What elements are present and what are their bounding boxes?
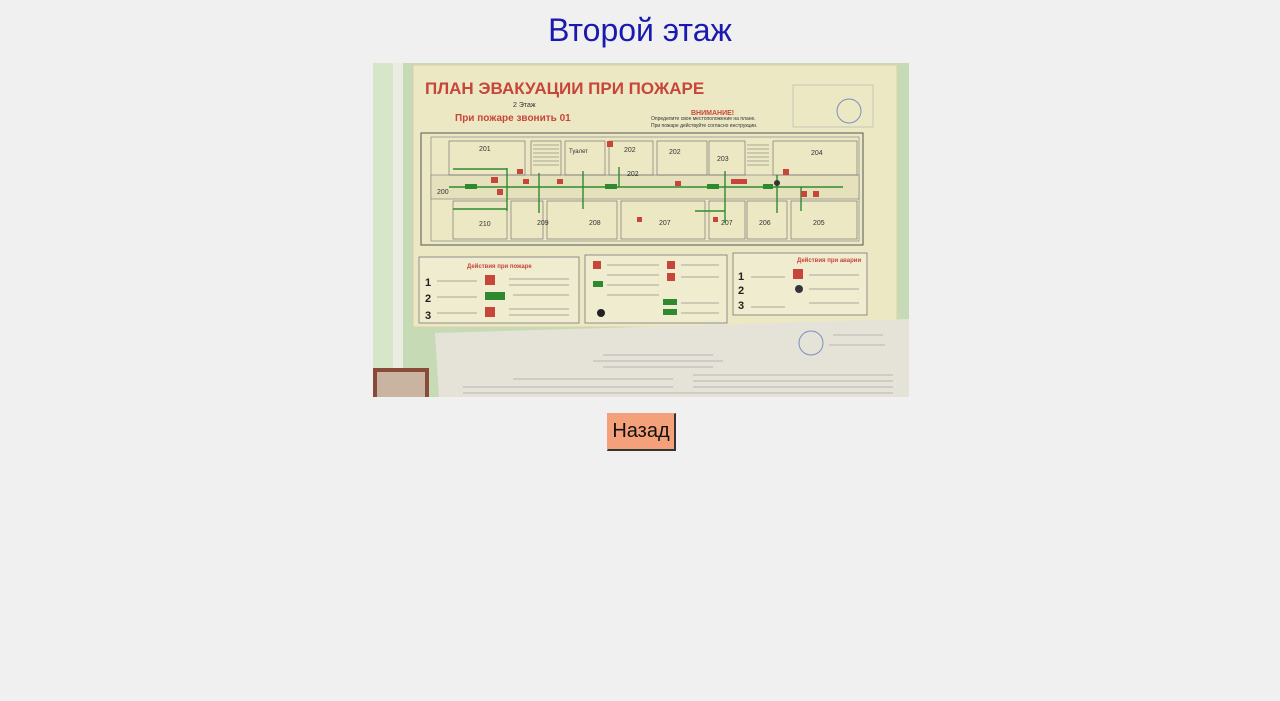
room-label: 203: [717, 156, 729, 163]
step-number: 3: [425, 310, 431, 322]
room-label: 207: [659, 220, 671, 227]
plan-floor-text: 2 Этаж: [513, 102, 536, 109]
step-number: 1: [738, 271, 744, 283]
room-label: 205: [813, 220, 825, 227]
back-button[interactable]: Назад: [607, 413, 676, 451]
room-label: 201: [479, 146, 491, 153]
step-number: 1: [425, 277, 431, 289]
plan-title-text: ПЛАН ЭВАКУАЦИИ ПРИ ПОЖАРЕ: [425, 79, 704, 98]
room-label: 202: [624, 147, 636, 154]
room-label: 210: [479, 221, 491, 228]
page-title: Второй этаж: [548, 12, 732, 48]
evacuation-plan-image: ПЛАН ЭВАКУАЦИИ ПРИ ПОЖАРЕ 2 Этаж При пож…: [373, 63, 909, 397]
room-label: 208: [589, 220, 601, 227]
room-label: 207: [721, 220, 733, 227]
plan-attention-text-1: Определите свое местоположение на плане.: [651, 116, 756, 122]
evacuation-plan-photo: ПЛАН ЭВАКУАЦИИ ПРИ ПОЖАРЕ 2 Этаж При пож…: [373, 63, 909, 397]
room-label: 209: [537, 220, 549, 227]
toilet-label: Туалет: [569, 149, 588, 155]
step-number: 2: [738, 285, 744, 297]
step-number: 2: [425, 293, 431, 305]
step-number: 3: [738, 300, 744, 312]
page: Второй этаж ПЛАН ЭВАКУАЦИИ ПРИ ПОЖАРЕ 2 …: [0, 0, 1280, 701]
room-label: 202: [627, 171, 639, 178]
room-label: 206: [759, 220, 771, 227]
room-label: 204: [811, 150, 823, 157]
room-label: 202: [669, 149, 681, 156]
room-label: 200: [437, 189, 449, 196]
panel-left-title: Действия при пожаре: [467, 263, 532, 270]
plan-call-text: При пожаре звонить 01: [455, 113, 571, 124]
plan-attention-text-2: При пожаре действуйте согласно инструкци…: [651, 122, 757, 129]
panel-right-title: Действия при аварии: [797, 257, 861, 264]
